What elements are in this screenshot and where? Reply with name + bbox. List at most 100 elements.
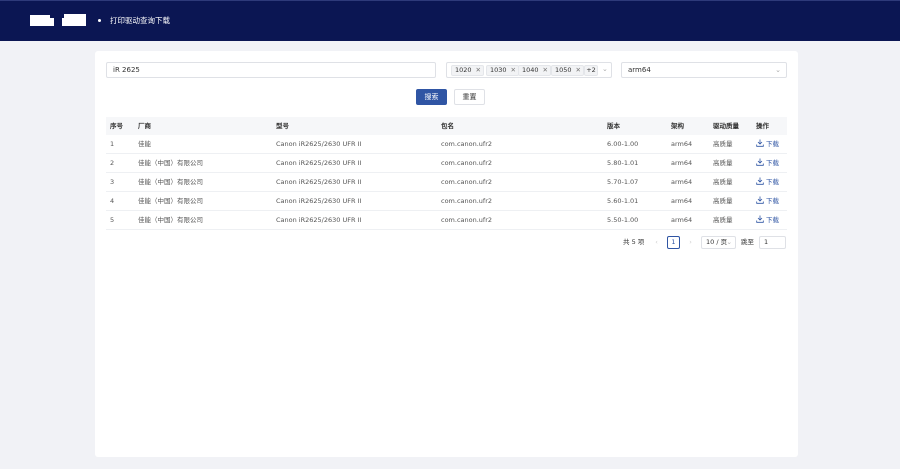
version-tag: 1030 ✕ (486, 65, 519, 76)
column-header: 厂商 (138, 122, 151, 130)
model-search-input[interactable] (106, 62, 436, 78)
version-tag-label: 1050 (555, 66, 572, 74)
tag-close-icon[interactable]: ✕ (511, 66, 516, 75)
table-row: 3 佳能（中国）有限公司 Canon iR2625/2630 UFR II co… (106, 173, 787, 192)
cell-version: 6.00-1.00 (607, 140, 639, 148)
column-header: 版本 (607, 122, 620, 130)
cell-arch: arm64 (671, 159, 693, 167)
cell-vendor: 佳能（中国）有限公司 (138, 178, 203, 186)
cell-model: Canon iR2625/2630 UFR II (276, 159, 362, 167)
cell-arch: arm64 (671, 140, 693, 148)
column-header: 操作 (756, 122, 769, 130)
pagination-next-icon[interactable]: › (684, 236, 697, 249)
tag-close-icon[interactable]: ✕ (543, 66, 548, 75)
pagination-total: 共 5 项 (623, 238, 645, 246)
download-link[interactable]: 下载 (756, 173, 779, 192)
version-tag-label: 1020 (455, 66, 472, 74)
driver-table: 序号 厂商 型号 包名 版本 架构 驱动质量 操作 1 佳能 Canon iR2… (106, 117, 787, 230)
download-link[interactable]: 下载 (756, 154, 779, 173)
top-navigation-bar: 打印驱动查询下载 (0, 0, 900, 41)
architecture-select[interactable]: arm64 ⌄ (621, 62, 787, 78)
main-card: 1020 ✕ 1030 ✕ 1040 ✕ 1050 ✕ +2 ⌄ arm64 ⌄… (95, 51, 798, 457)
chevron-down-icon: ⌄ (775, 66, 781, 74)
table-header: 序号 厂商 型号 包名 版本 架构 驱动质量 操作 (106, 117, 787, 135)
cell-vendor: 佳能（中国）有限公司 (138, 216, 203, 224)
cell-quality: 高质量 (713, 140, 733, 148)
column-header: 型号 (276, 122, 289, 130)
cell-package: com.canon.ufr2 (441, 159, 493, 167)
cell-quality: 高质量 (713, 197, 733, 205)
cell-model: Canon iR2625/2630 UFR II (276, 197, 362, 205)
column-header: 序号 (110, 122, 123, 130)
reset-button[interactable]: 重置 (454, 89, 485, 105)
cell-index: 5 (110, 216, 115, 224)
cell-quality: 高质量 (713, 159, 733, 167)
cell-quality: 高质量 (713, 216, 733, 224)
page-size-select[interactable]: 10 / 页 ⌄ (701, 236, 736, 249)
cell-arch: arm64 (671, 216, 693, 224)
download-label: 下载 (766, 197, 779, 205)
cell-index: 1 (110, 140, 115, 148)
cell-package: com.canon.ufr2 (441, 140, 493, 148)
logo-text (62, 14, 86, 26)
download-icon (756, 158, 764, 166)
cell-vendor: 佳能（中国）有限公司 (138, 159, 203, 167)
nav-bullet-icon (98, 19, 101, 22)
version-tag-label: 1040 (522, 66, 539, 74)
pagination-prev-icon[interactable]: ‹ (650, 236, 663, 249)
cell-model: Canon iR2625/2630 UFR II (276, 178, 362, 186)
table-row: 4 佳能（中国）有限公司 Canon iR2625/2630 UFR II co… (106, 192, 787, 211)
download-label: 下载 (766, 140, 779, 148)
column-header: 架构 (671, 122, 684, 130)
table-row: 1 佳能 Canon iR2625/2630 UFR II com.canon.… (106, 135, 787, 154)
cell-package: com.canon.ufr2 (441, 178, 493, 186)
version-tag: 1040 ✕ (518, 65, 551, 76)
cell-version: 5.50-1.00 (607, 216, 639, 224)
download-label: 下载 (766, 216, 779, 224)
table-row: 5 佳能（中国）有限公司 Canon iR2625/2630 UFR II co… (106, 211, 787, 230)
download-link[interactable]: 下载 (756, 135, 779, 154)
cell-index: 4 (110, 197, 115, 205)
version-tag: 1050 ✕ (551, 65, 584, 76)
cell-version: 5.70-1.07 (607, 178, 639, 186)
column-header: 驱动质量 (713, 122, 739, 130)
search-button[interactable]: 搜索 (416, 89, 447, 105)
cell-package: com.canon.ufr2 (441, 216, 493, 224)
download-link[interactable]: 下载 (756, 192, 779, 211)
page-size-value: 10 / 页 (706, 238, 728, 246)
cell-arch: arm64 (671, 197, 693, 205)
jump-label: 跳至 (741, 238, 754, 246)
cell-model: Canon iR2625/2630 UFR II (276, 140, 362, 148)
download-label: 下载 (766, 178, 779, 186)
cell-vendor: 佳能（中国）有限公司 (138, 197, 203, 205)
download-icon (756, 215, 764, 223)
download-icon (756, 196, 764, 204)
table-row: 2 佳能（中国）有限公司 Canon iR2625/2630 UFR II co… (106, 154, 787, 173)
cell-arch: arm64 (671, 178, 693, 186)
cell-version: 5.60-1.01 (607, 197, 639, 205)
cell-version: 5.80-1.01 (607, 159, 639, 167)
cell-index: 3 (110, 178, 115, 186)
pagination-page-1[interactable]: 1 (667, 236, 680, 249)
system-version-multiselect[interactable]: 1020 ✕ 1030 ✕ 1040 ✕ 1050 ✕ +2 ⌄ (446, 62, 612, 78)
download-icon (756, 177, 764, 185)
cell-quality: 高质量 (713, 178, 733, 186)
version-tag: 1020 ✕ (451, 65, 484, 76)
download-link[interactable]: 下载 (756, 211, 779, 230)
cell-package: com.canon.ufr2 (441, 197, 493, 205)
nav-item-driver-query[interactable]: 打印驱动查询下载 (110, 15, 170, 27)
tag-close-icon[interactable]: ✕ (576, 66, 581, 75)
tag-close-icon[interactable]: ✕ (476, 66, 481, 75)
jump-page-input[interactable]: 1 (759, 236, 786, 249)
cell-model: Canon iR2625/2630 UFR II (276, 216, 362, 224)
architecture-select-value: arm64 (628, 66, 651, 74)
logo-mark (30, 15, 54, 26)
cell-vendor: 佳能 (138, 140, 151, 148)
chevron-down-icon: ⌄ (602, 65, 608, 73)
cell-index: 2 (110, 159, 115, 167)
more-tags-count: +2 (584, 65, 598, 76)
chevron-down-icon: ⌄ (726, 238, 732, 246)
column-header: 包名 (441, 122, 454, 130)
version-tag-label: 1030 (490, 66, 507, 74)
download-icon (756, 139, 764, 147)
